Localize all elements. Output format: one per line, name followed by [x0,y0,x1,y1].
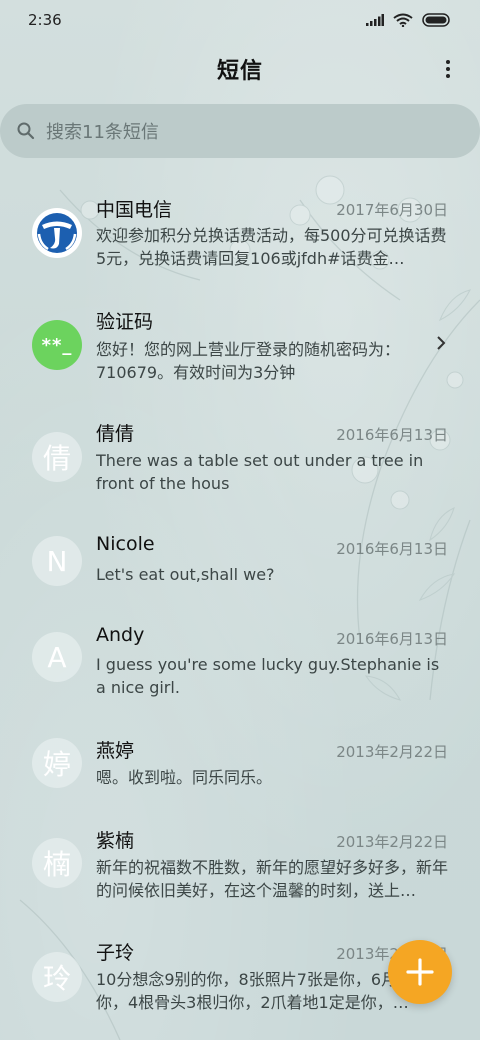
contact-avatar: 楠 [32,838,82,888]
contact-avatar: 倩 [32,432,82,482]
more-options-button[interactable] [438,56,458,82]
message-preview: 您好！您的网上营业厅登录的随机密码为：710679。有效时间为3分钟 [96,340,401,382]
message-preview: I guess you're some lucky guy.Stephanie … [96,655,440,697]
new-message-button[interactable] [388,940,452,1004]
message-date: 2017年6月30日 [336,201,448,219]
battery-icon [422,13,450,27]
contact-name: 中国电信 [96,199,173,221]
plus-icon [406,958,434,986]
app-bar: 短信 [0,44,480,94]
more-vert-icon [446,60,450,64]
conversation-item[interactable]: 楠 紫楠 2013年2月22日 新年的祝福数不胜数，新年的愿望好多好多，新年的问… [0,814,480,924]
page-title: 短信 [216,59,263,84]
contact-avatar: 玲 [32,952,82,1002]
message-preview: 欢迎参加积分兑换话费活动，每500分可兑换话费5元，兑换话费请回复106或jfd… [96,226,447,268]
message-preview: Let's eat out,shall we? [96,565,275,584]
search-icon [17,122,35,140]
contact-name: 子玲 [96,942,135,964]
more-dot [446,74,450,78]
message-preview: There was a table set out under a tree i… [96,451,424,493]
contact-avatar: 婷 [32,738,82,788]
search-bar[interactable]: 搜索11条短信 [0,104,480,158]
verification-avatar: **_ [32,320,82,370]
message-date: 2016年6月13日 [336,426,448,444]
conversation-item[interactable]: N Nicole 2016年6月13日 Let's eat out,shall … [0,520,480,610]
contact-name: Andy [96,624,145,646]
wifi-icon [393,13,413,27]
contact-name: 倩倩 [96,423,135,445]
message-date: 2013年2月22日 [336,833,448,851]
chevron-right-icon[interactable] [434,336,448,350]
contact-name: 燕婷 [96,740,135,762]
message-preview: 新年的祝福数不胜数，新年的愿望好多好多，新年的问候依旧美好，在这个温馨的时刻，送… [96,858,448,900]
more-dot [446,67,450,71]
status-bar: 2:36 [0,0,480,40]
message-preview: 嗯。收到啦。同乐同乐。 [96,768,273,787]
contact-name: Nicole [96,533,155,555]
status-time: 2:36 [28,11,62,29]
contact-avatar: N [32,536,82,586]
message-date: 2016年6月13日 [336,540,448,558]
contact-name: 验证码 [96,311,154,333]
conversation-item[interactable]: **_ 验证码 您好！您的网上营业厅登录的随机密码为：710679。有效时间为3… [0,294,480,404]
status-icons [366,13,452,27]
contact-avatar: A [32,632,82,682]
message-date: 2016年6月13日 [336,630,448,648]
search-placeholder: 搜索11条短信 [46,122,159,143]
conversation-item[interactable]: 中国电信 2017年6月30日 欢迎参加积分兑换话费活动，每500分可兑换话费5… [0,180,480,290]
signal-icon [366,14,384,26]
telecom-logo-icon [32,208,82,258]
conversation-item[interactable]: 倩 倩倩 2016年6月13日 There was a table set ou… [0,406,480,516]
conversation-item[interactable]: A Andy 2016年6月13日 I guess you're some lu… [0,610,480,720]
message-date: 2013年2月22日 [336,743,448,761]
contact-name: 紫楠 [96,830,135,852]
conversation-item[interactable]: 婷 燕婷 2013年2月22日 嗯。收到啦。同乐同乐。 [0,724,480,814]
